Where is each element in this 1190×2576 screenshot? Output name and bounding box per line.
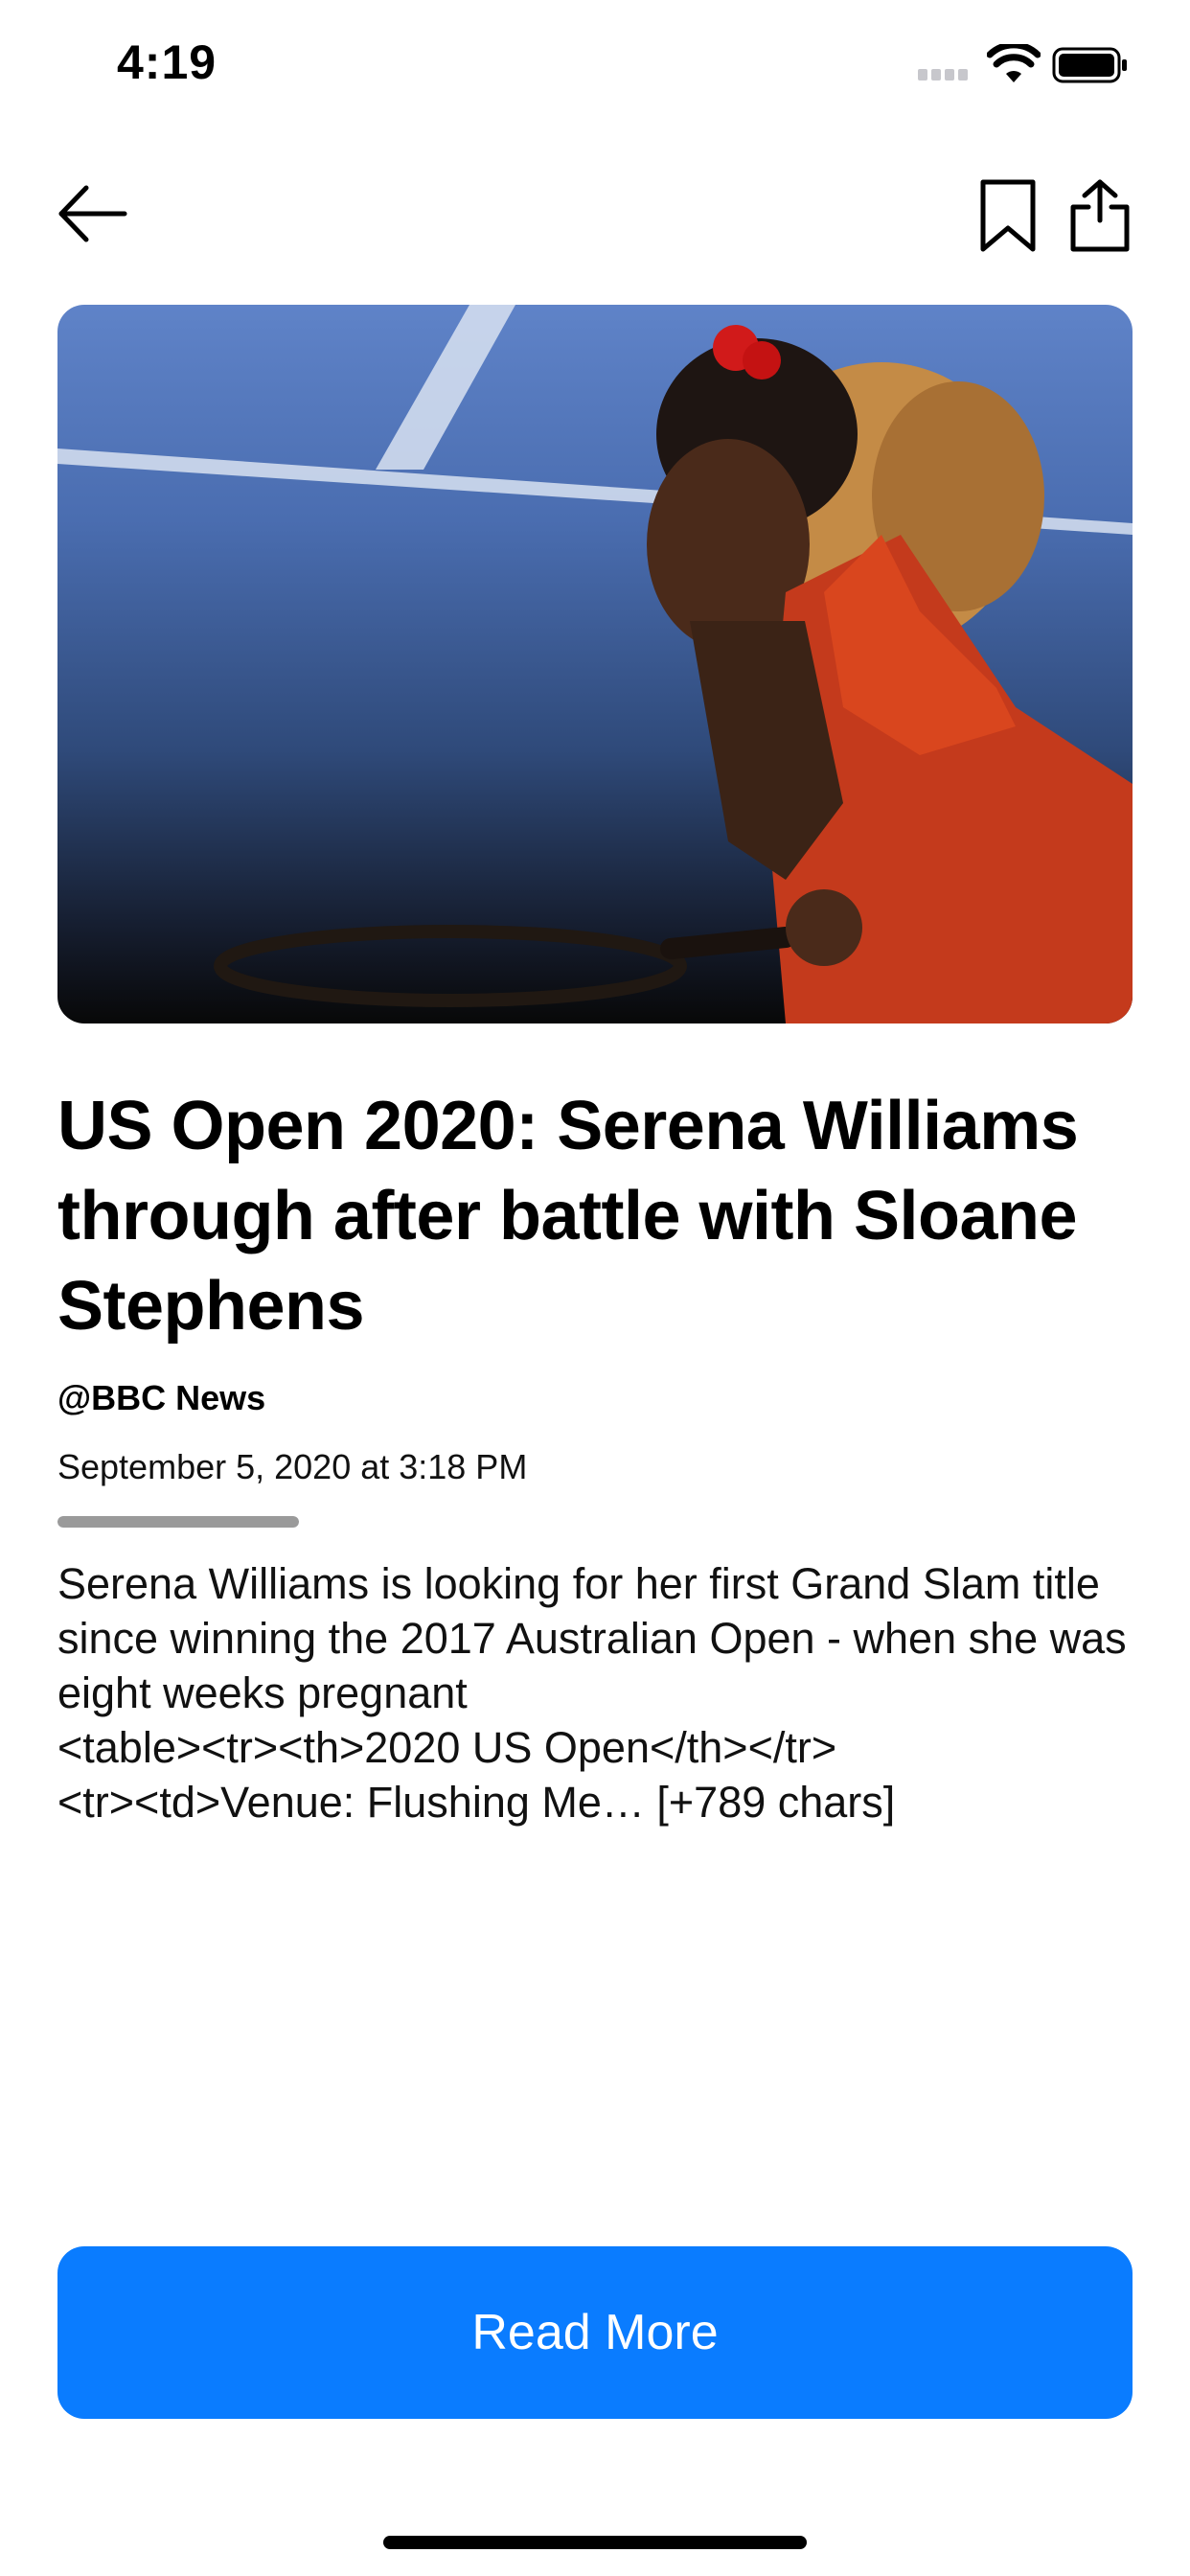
wifi-icon (987, 44, 1041, 82)
bookmark-button[interactable] (977, 178, 1039, 253)
home-indicator[interactable] (383, 2536, 807, 2549)
back-button[interactable] (56, 182, 128, 245)
arrow-left-icon (58, 185, 127, 242)
status-time: 4:19 (117, 35, 217, 89)
read-more-button[interactable]: Read More (57, 2246, 1133, 2419)
article-source: @BBC News (57, 1378, 266, 1417)
article-screen: 4:19 US Open 2020: Serena Williams throu… (0, 0, 1190, 2576)
cellular-signal-icon (918, 69, 972, 82)
battery-icon (1052, 47, 1127, 83)
read-progress-fill (57, 1516, 299, 1528)
bookmark-icon (980, 179, 1036, 252)
article-date: September 5, 2020 at 3:18 PM (57, 1447, 528, 1486)
share-icon (1070, 179, 1130, 252)
article-image (57, 305, 1133, 1024)
status-bar: 4:19 (0, 0, 1190, 126)
article-headline: US Open 2020: Serena Williams through af… (57, 1088, 1079, 1345)
read-progress-bar (57, 1516, 299, 1528)
article-body: Serena Williams is looking for her first… (57, 1559, 1127, 1827)
share-button[interactable] (1067, 178, 1133, 253)
